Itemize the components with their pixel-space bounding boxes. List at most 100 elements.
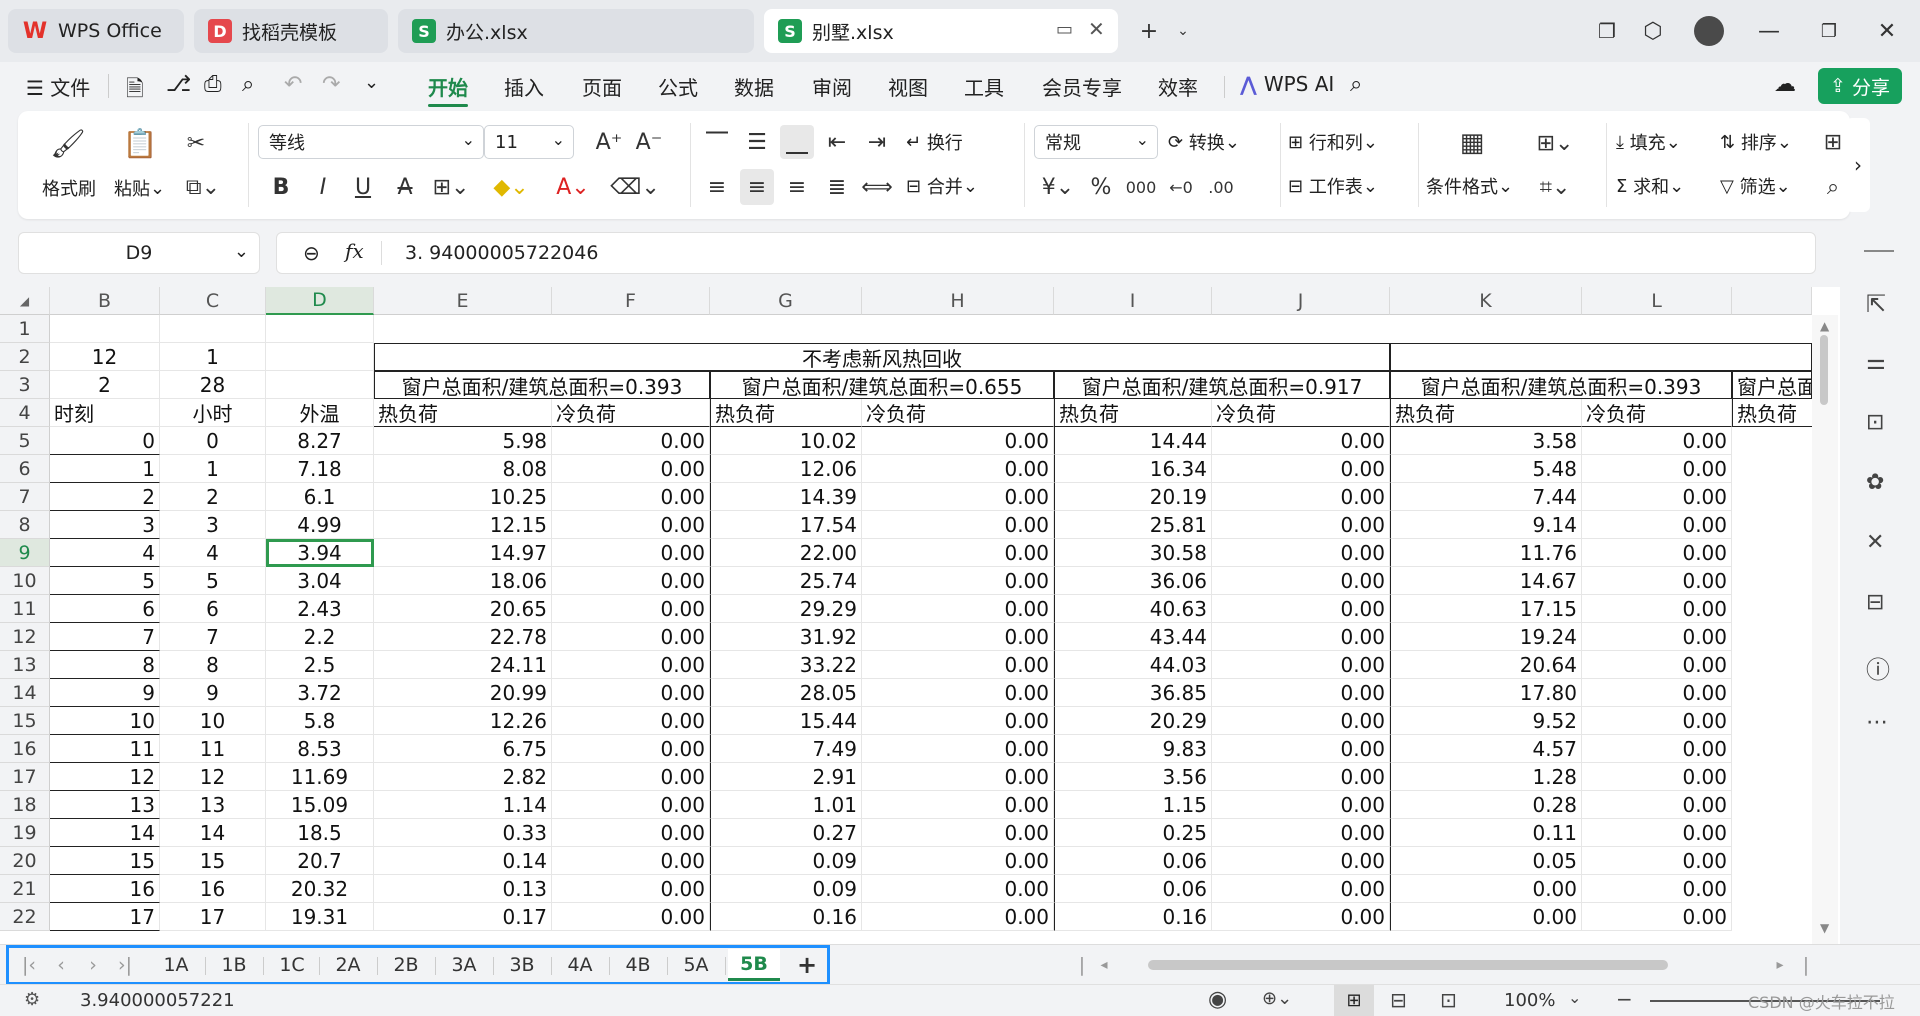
tab-wps-office[interactable]: W WPS Office	[8, 9, 184, 53]
cell-j4[interactable]: 冷负荷	[1212, 399, 1390, 427]
cell-j13[interactable]: 0.00	[1212, 651, 1390, 679]
row-header[interactable]: 12	[0, 623, 50, 651]
column-header-l[interactable]: L	[1582, 287, 1732, 315]
next-sheet-icon[interactable]: ›	[80, 949, 106, 981]
column-header-d[interactable]: D	[266, 287, 374, 315]
tab-formula[interactable]: 公式	[658, 72, 698, 101]
tab-data[interactable]: 数据	[734, 72, 774, 101]
cell-b14[interactable]: 9	[50, 679, 160, 707]
indent-decrease-icon[interactable]: ⇤	[820, 125, 854, 159]
cell-l18[interactable]: 0.00	[1582, 791, 1732, 819]
fill-button[interactable]: ⤓ 填充 ⌄	[1616, 129, 1681, 155]
cell-h21[interactable]: 0.00	[862, 875, 1054, 903]
cell-f11[interactable]: 0.00	[552, 595, 710, 623]
cell-e9[interactable]: 14.97	[374, 539, 552, 567]
cell-d4[interactable]: 外温	[266, 399, 374, 427]
tab-office-xlsx[interactable]: S 办公.xlsx	[398, 9, 754, 53]
cell-c10[interactable]: 5	[160, 567, 266, 595]
cell-k17[interactable]: 1.28	[1390, 763, 1582, 791]
cell-l11[interactable]: 0.00	[1582, 595, 1732, 623]
cell-b3[interactable]: 2	[50, 371, 160, 399]
cell-k13[interactable]: 20.64	[1390, 651, 1582, 679]
fill-color-icon[interactable]: ◆⌄	[488, 169, 534, 205]
first-sheet-icon[interactable]: |‹	[16, 949, 42, 981]
row-header[interactable]: 18	[0, 791, 50, 819]
cell-l6[interactable]: 0.00	[1582, 455, 1732, 483]
row-header[interactable]: 9	[0, 539, 50, 567]
sort-button[interactable]: ⇅ 排序 ⌄	[1720, 129, 1792, 155]
cell-d20[interactable]: 20.7	[266, 847, 374, 875]
cell-k6[interactable]: 5.48	[1390, 455, 1582, 483]
cell-l17[interactable]: 0.00	[1582, 763, 1732, 791]
close-tab-icon[interactable]: ✕	[1088, 17, 1105, 41]
macro-icon[interactable]: ⚙	[24, 989, 40, 1010]
cell-b9[interactable]: 4	[50, 539, 160, 567]
cell-l15[interactable]: 0.00	[1582, 707, 1732, 735]
tab-villa-xlsx[interactable]: S 别墅.xlsx ▭ ✕	[764, 9, 1118, 53]
cell-k19[interactable]: 0.11	[1390, 819, 1582, 847]
select-all-corner[interactable]: ◢	[0, 287, 50, 315]
cell-g6[interactable]: 12.06	[710, 455, 862, 483]
cell-f20[interactable]: 0.00	[552, 847, 710, 875]
cell-f6[interactable]: 0.00	[552, 455, 710, 483]
cell-k9[interactable]: 11.76	[1390, 539, 1582, 567]
sheet-tab-4a[interactable]: 4A	[554, 949, 606, 981]
scroll-right-icon[interactable]: ▸	[1770, 949, 1790, 981]
cell-c17[interactable]: 12	[160, 763, 266, 791]
freeze-icon[interactable]: ⊞	[1818, 125, 1848, 159]
clear-icon[interactable]: ⌫⌄	[610, 169, 660, 205]
cell-c8[interactable]: 3	[160, 511, 266, 539]
row-header[interactable]: 6	[0, 455, 50, 483]
sheet-tab-1a[interactable]: 1A	[150, 949, 202, 981]
cursor-icon[interactable]: ⇱	[1866, 290, 1886, 318]
cell-d3[interactable]	[266, 371, 374, 399]
tab-member[interactable]: 会员专享	[1042, 72, 1122, 101]
cell-d10[interactable]: 3.04	[266, 567, 374, 595]
horizontal-scroll-thumb[interactable]	[1148, 960, 1668, 970]
cell-c1[interactable]	[160, 315, 266, 343]
header-ratio-partial[interactable]: 窗户总面	[1732, 371, 1812, 399]
tab-review[interactable]: 审阅	[812, 72, 852, 101]
cell-f14[interactable]: 0.00	[552, 679, 710, 707]
cell-f21[interactable]: 0.00	[552, 875, 710, 903]
share-link-icon[interactable]: ⎇	[166, 72, 191, 97]
row-header[interactable]: 11	[0, 595, 50, 623]
column-header-i[interactable]: I	[1054, 287, 1212, 315]
cut-icon[interactable]: ✂	[178, 125, 214, 161]
scroll-left-icon[interactable]: ◂	[1094, 949, 1114, 981]
cell-b16[interactable]: 11	[50, 735, 160, 763]
column-header-f[interactable]: F	[552, 287, 710, 315]
cell-d18[interactable]: 15.09	[266, 791, 374, 819]
chevron-down-icon[interactable]: ⌄	[1166, 14, 1200, 48]
cell-k15[interactable]: 9.52	[1390, 707, 1582, 735]
cell-e12[interactable]: 22.78	[374, 623, 552, 651]
cell-i11[interactable]: 40.63	[1054, 595, 1212, 623]
decrease-font-icon[interactable]: A⁻	[632, 125, 666, 159]
cell-e7[interactable]: 10.25	[374, 483, 552, 511]
column-header-partial[interactable]	[1732, 287, 1812, 315]
sheet-tab-3b[interactable]: 3B	[496, 949, 548, 981]
palette-icon[interactable]: ✿	[1866, 470, 1884, 495]
cell-h9[interactable]: 0.00	[862, 539, 1054, 567]
cell-g13[interactable]: 33.22	[710, 651, 862, 679]
column-header-b[interactable]: B	[50, 287, 160, 315]
tab-efficiency[interactable]: 效率	[1158, 72, 1198, 101]
prev-sheet-icon[interactable]: ‹	[48, 949, 74, 981]
close-window-icon[interactable]: ✕	[1870, 14, 1904, 48]
cell-f13[interactable]: 0.00	[552, 651, 710, 679]
cell-c12[interactable]: 7	[160, 623, 266, 651]
align-middle-icon[interactable]: ☰	[740, 125, 774, 159]
cell-i9[interactable]: 30.58	[1054, 539, 1212, 567]
cell-f5[interactable]: 0.00	[552, 427, 710, 455]
cell-j10[interactable]: 0.00	[1212, 567, 1390, 595]
cell-g4[interactable]: 热负荷	[710, 399, 862, 427]
increase-font-icon[interactable]: A⁺	[592, 125, 626, 159]
cell-c15[interactable]: 10	[160, 707, 266, 735]
column-header-g[interactable]: G	[710, 287, 862, 315]
page-layout-icon[interactable]: ⊟	[1390, 988, 1407, 1012]
header-ratio-0917[interactable]: 窗户总面积/建筑总面积=0.917	[1054, 371, 1390, 399]
cell-l20[interactable]: 0.00	[1582, 847, 1732, 875]
cell-l14[interactable]: 0.00	[1582, 679, 1732, 707]
worksheet-button[interactable]: ⊟ 工作表 ⌄	[1288, 173, 1378, 199]
cell-j22[interactable]: 0.00	[1212, 903, 1390, 931]
